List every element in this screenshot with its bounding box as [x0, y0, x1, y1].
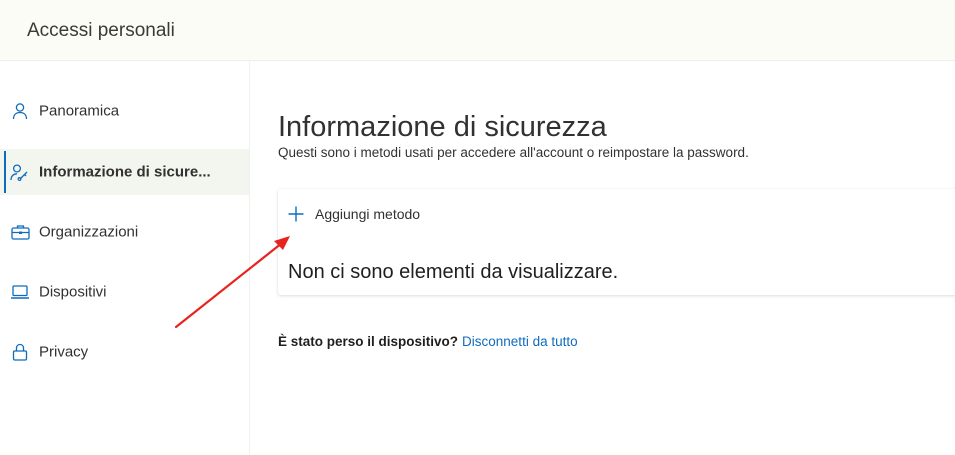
add-method-label: Aggiungi metodo [315, 206, 421, 222]
lost-device-row: È stato perso il dispositivo? Disconnetti… [278, 334, 578, 349]
sidebar-item-label: Privacy [39, 343, 89, 361]
main-content: Informazione di sicurezza Questi sono i … [250, 61, 955, 455]
sidebar-item-label: Organizzazioni [39, 223, 139, 241]
sidebar-item-dispositivi[interactable]: Dispositivi [0, 269, 249, 315]
page-subtitle: Questi sono i metodi usati per accedere … [278, 145, 749, 160]
person-key-icon [10, 162, 30, 182]
lost-device-question: È stato perso il dispositivo? [278, 334, 459, 349]
sidebar-item-label: Panoramica [39, 102, 120, 120]
sidebar-item-privacy[interactable]: Privacy [0, 329, 249, 375]
lock-icon [10, 342, 30, 362]
sidebar: Panoramica Informazione di sicure... Org… [0, 61, 250, 455]
app-title: Accessi personali [27, 20, 175, 41]
plus-icon [286, 204, 306, 224]
laptop-icon [10, 282, 30, 302]
person-icon [10, 101, 30, 121]
page-title: Informazione di sicurezza [278, 111, 607, 144]
sidebar-item-label: Dispositivi [39, 283, 107, 301]
methods-card: Aggiungi metodo Non ci sono elementi da … [278, 189, 955, 295]
sidebar-item-panoramica[interactable]: Panoramica [0, 88, 249, 134]
empty-state-text: Non ci sono elementi da visualizzare. [288, 261, 619, 283]
sidebar-item-label: Informazione di sicure... [39, 163, 211, 181]
add-method-button[interactable]: Aggiungi metodo [286, 201, 420, 227]
briefcase-icon [10, 222, 30, 242]
top-bar: Accessi personali [0, 0, 955, 61]
sidebar-item-organizzazioni[interactable]: Organizzazioni [0, 209, 249, 255]
sign-out-everywhere-link[interactable]: Disconnetti da tutto [462, 334, 578, 349]
sidebar-item-security-info[interactable]: Informazione di sicure... [0, 149, 249, 195]
